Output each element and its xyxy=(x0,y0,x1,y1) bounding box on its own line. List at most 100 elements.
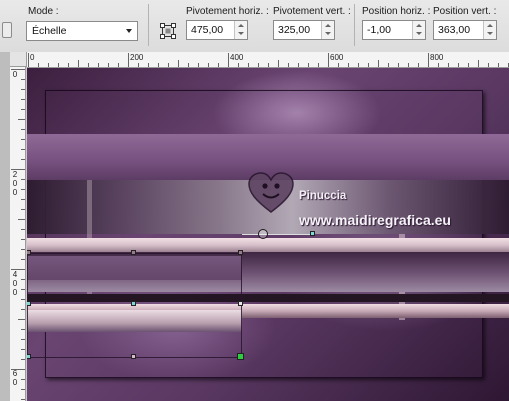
ruler-tick xyxy=(258,63,259,67)
ruler-label: 0 xyxy=(12,188,18,197)
ruler-tick xyxy=(318,63,319,67)
ruler-tick xyxy=(128,53,129,67)
ruler-tick xyxy=(158,63,159,67)
mode-dropdown-value: Échelle xyxy=(32,25,67,37)
ruler-tick xyxy=(88,63,89,67)
transform-handle[interactable] xyxy=(27,354,31,359)
position-horizontal-input[interactable]: -1,00 xyxy=(362,20,426,40)
rotation-arm xyxy=(242,234,312,235)
rotation-arm-handle[interactable] xyxy=(310,231,315,236)
rotation-handle[interactable] xyxy=(258,229,268,239)
ruler-tick xyxy=(21,309,25,310)
pivot-horizontal-input[interactable]: 475,00 xyxy=(186,20,248,40)
transform-handle[interactable] xyxy=(27,250,31,255)
ruler-tick xyxy=(98,63,99,67)
pick-tool-icon[interactable] xyxy=(159,22,177,40)
mode-label: Mode : xyxy=(28,6,59,17)
ruler-tick xyxy=(438,63,439,67)
ruler-tick xyxy=(28,53,29,67)
ruler-tick xyxy=(218,63,219,67)
ruler-tick xyxy=(148,63,149,67)
ruler-tick xyxy=(228,53,229,67)
ruler-label: 6 xyxy=(12,369,18,378)
vertical-ruler[interactable]: 0 2 0 0 4 0 0 6 0 xyxy=(10,67,26,401)
pivot-point-handle[interactable] xyxy=(237,353,244,360)
transform-handle[interactable] xyxy=(238,301,243,306)
toolbar-divider xyxy=(354,4,355,46)
ruler-tick xyxy=(288,63,289,67)
spin-arrows-icon[interactable] xyxy=(321,21,334,39)
ruler-label: 2 xyxy=(12,170,18,179)
watermark-url: www.maidiregrafica.eu xyxy=(299,212,451,228)
ruler-tick xyxy=(488,63,489,67)
ruler-tick xyxy=(168,63,169,67)
workspace-left-edge xyxy=(0,52,10,401)
ruler-tick xyxy=(378,60,379,67)
horizontal-ruler[interactable]: 0 200 400 600 800 xyxy=(27,52,509,68)
ruler-tick xyxy=(21,399,25,400)
ruler-tick xyxy=(21,349,25,350)
image-canvas[interactable]: Pinuccia www.maidiregrafica.eu xyxy=(27,68,509,401)
ruler-tick xyxy=(21,199,25,200)
position-vertical-input[interactable]: 363,00 xyxy=(433,20,497,40)
ruler-tick xyxy=(268,63,269,67)
spin-arrows-icon[interactable] xyxy=(412,21,425,39)
ruler-tick xyxy=(21,89,25,90)
ruler-tick xyxy=(78,60,79,67)
ruler-tick xyxy=(21,129,25,130)
ruler-tick xyxy=(21,79,25,80)
ruler-tick xyxy=(338,63,339,67)
ruler-tick xyxy=(21,189,25,190)
ruler-tick xyxy=(18,119,25,120)
ruler-tick xyxy=(21,99,25,100)
ruler-tick xyxy=(428,53,429,67)
ruler-label: 0 xyxy=(30,53,35,62)
ruler-tick xyxy=(348,63,349,67)
transform-handle[interactable] xyxy=(238,250,243,255)
ruler-tick xyxy=(21,239,25,240)
ruler-label: 600 xyxy=(330,53,344,62)
position-horizontal-value: -1,00 xyxy=(367,24,391,36)
ruler-tick xyxy=(21,279,25,280)
ruler-tick xyxy=(278,60,279,67)
spin-arrows-icon[interactable] xyxy=(483,21,496,39)
ruler-corner xyxy=(10,52,27,67)
ruler-label: 400 xyxy=(230,53,244,62)
transform-handle[interactable] xyxy=(131,250,136,255)
spin-arrows-icon[interactable] xyxy=(234,21,247,39)
ruler-tick xyxy=(68,63,69,67)
ruler-tick xyxy=(388,63,389,67)
ruler-label: 0 xyxy=(12,378,18,387)
watermark-name: Pinuccia xyxy=(299,190,347,202)
ruler-tick xyxy=(21,109,25,110)
ruler-tick xyxy=(21,179,25,180)
ruler-tick xyxy=(21,229,25,230)
transform-handle[interactable] xyxy=(131,354,136,359)
mode-dropdown[interactable]: Échelle xyxy=(26,21,138,41)
chevron-down-icon xyxy=(126,29,132,33)
ruler-tick xyxy=(358,63,359,67)
ruler-tick xyxy=(48,63,49,67)
pivot-vertical-label: Pivotement vert. : xyxy=(273,6,351,17)
ruler-tick xyxy=(21,299,25,300)
ruler-tick xyxy=(238,63,239,67)
ruler-tick xyxy=(21,359,25,360)
toolbar-grip-handle[interactable] xyxy=(2,22,12,38)
ruler-tick xyxy=(21,339,25,340)
tool-options-bar: Mode : Échelle Pivotement horiz. : 475,0… xyxy=(0,0,509,53)
transform-handle[interactable] xyxy=(27,301,31,306)
ruler-tick xyxy=(398,63,399,67)
transform-handle[interactable] xyxy=(131,301,136,306)
light-pink-bar xyxy=(27,238,509,252)
ruler-label: 200 xyxy=(130,53,144,62)
ruler-tick xyxy=(198,63,199,67)
ruler-label: 4 xyxy=(12,270,18,279)
ruler-tick xyxy=(108,63,109,67)
ruler-tick xyxy=(478,60,479,67)
pivot-vertical-input[interactable]: 325,00 xyxy=(273,20,335,40)
pivot-horizontal-label: Pivotement horiz. : xyxy=(186,6,269,17)
position-horizontal-label: Position horiz. : xyxy=(362,6,431,17)
ruler-tick xyxy=(21,259,25,260)
ruler-tick xyxy=(21,249,25,250)
ruler-tick xyxy=(178,60,179,67)
